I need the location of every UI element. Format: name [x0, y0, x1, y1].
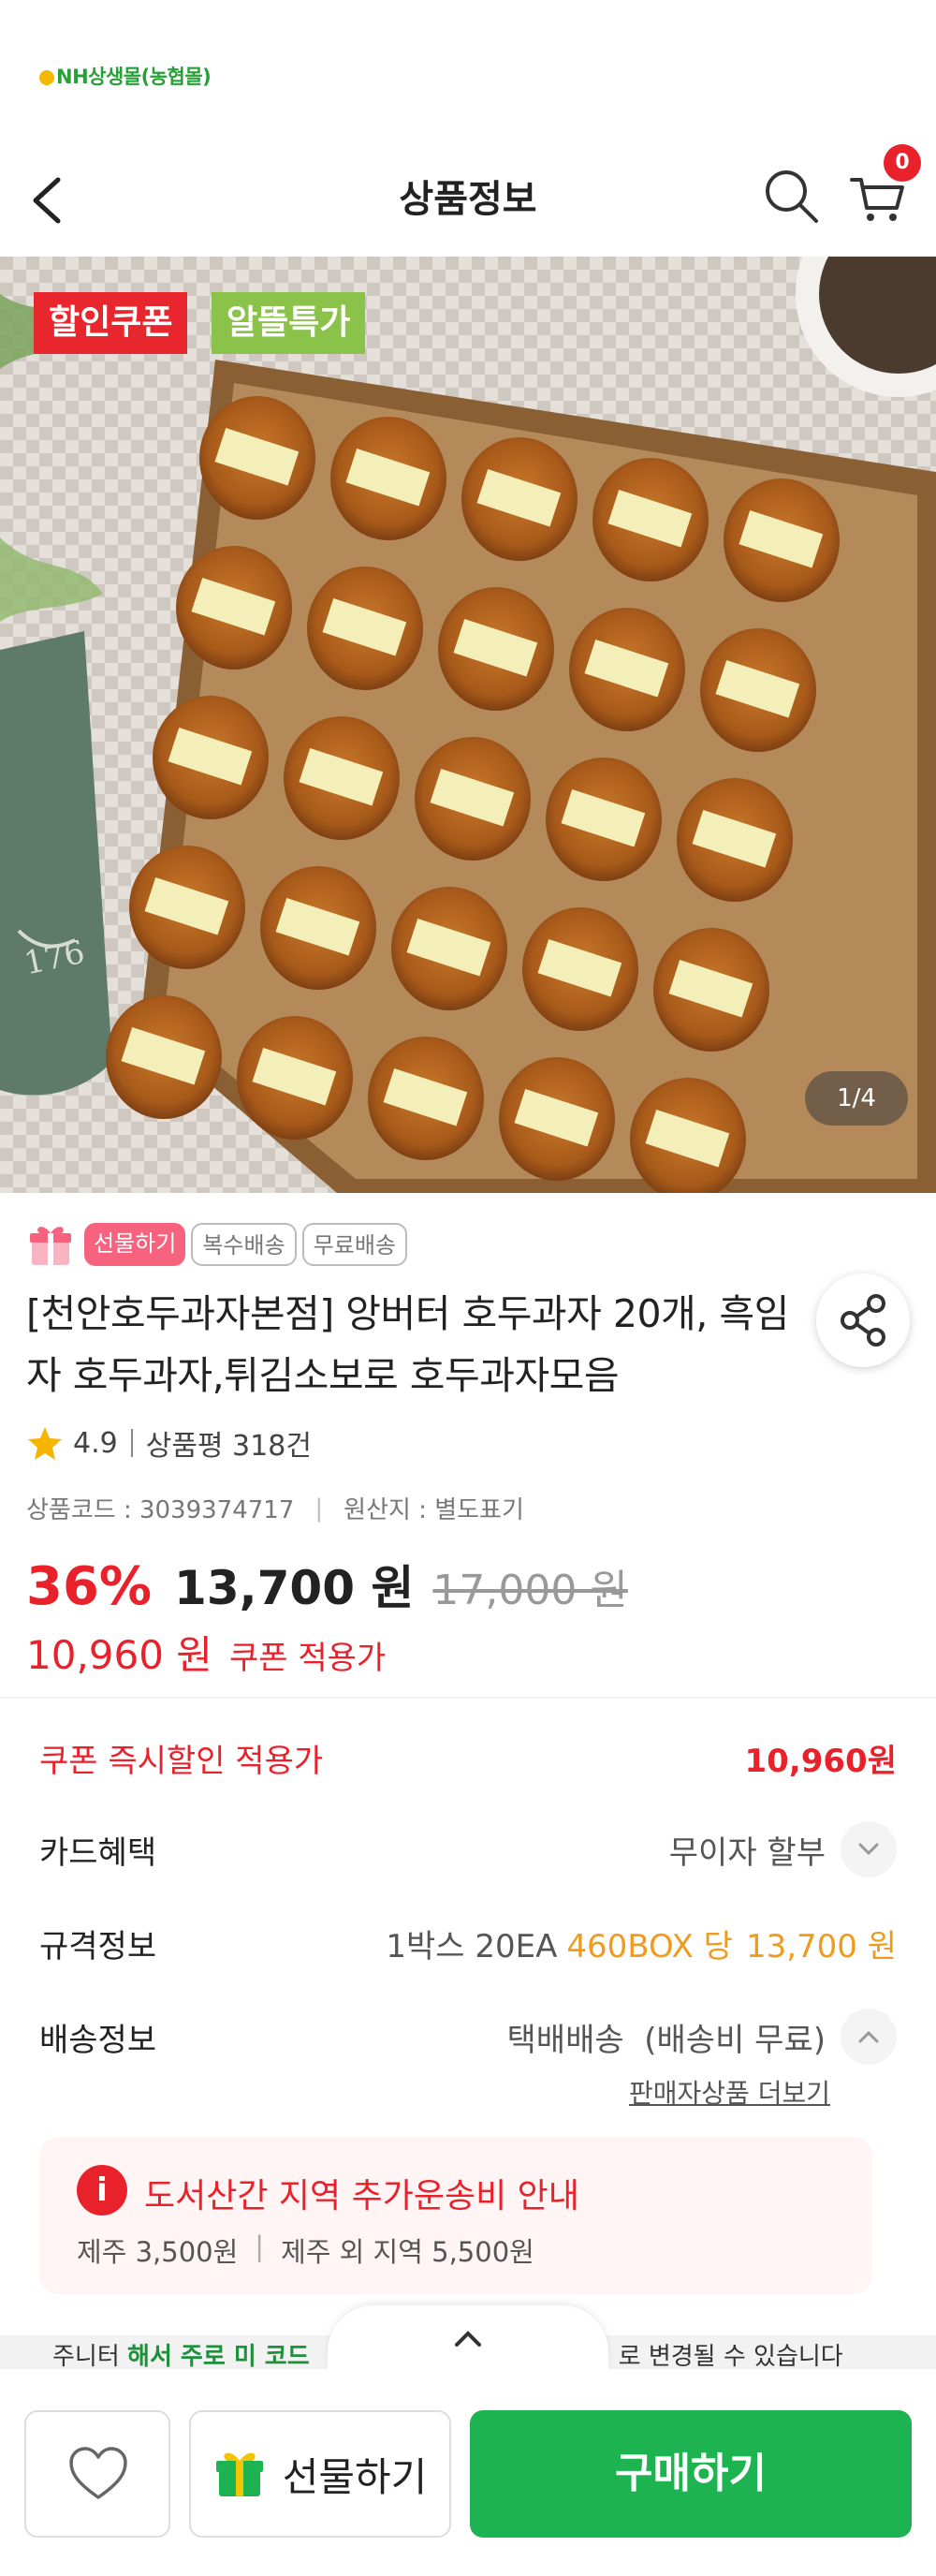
- search-icon: [766, 170, 818, 223]
- peek-left: 주니터: [52, 2343, 128, 2369]
- coupon-discount-label: 쿠폰 즉시할인 적용가: [39, 1742, 324, 1780]
- remote-area-notice: i 도서산간 지역 추가운송비 안내 제주 3,500원 | 제주 외 지역 5…: [39, 2137, 872, 2294]
- card-benefit-value: 무이자 할부: [668, 1833, 826, 1872]
- shipping-row[interactable]: 배송정보 택배배송 (배송비 무료): [39, 2004, 897, 2069]
- product-image-carousel[interactable]: 176 할인쿠폰 알뜰특가 1/4: [0, 257, 936, 1193]
- image-counter: 1/4: [805, 1071, 908, 1126]
- product-code: 상품코드 : 3039374717: [26, 1496, 295, 1524]
- product-title: [천안호두과자본점] 앙버터 호두과자 20개, 흑임자 호두과자,튀김소보로 …: [26, 1291, 789, 1398]
- discount-rate: 36%: [26, 1556, 153, 1617]
- heart-icon: [69, 2447, 127, 2499]
- product-photo: 176: [0, 257, 936, 1193]
- price-row: 36% 13,700 원 17,000 원: [26, 1551, 628, 1618]
- card-benefit-expand[interactable]: [841, 1821, 897, 1877]
- bottom-action-bar: 선물하기 구매하기: [0, 2369, 936, 2576]
- coupon-tag: 할인쿠폰: [34, 292, 188, 354]
- spec-unit: 460BOX 당: [566, 1927, 733, 1965]
- brand-text: NH상생몰(농협몰): [56, 66, 212, 88]
- deal-tag: 알뜰특가: [212, 292, 366, 354]
- notice-divider: |: [255, 2230, 265, 2262]
- section-divider: [0, 1697, 936, 1699]
- notice-other: 제주 외 지역 5,500원: [281, 2236, 534, 2268]
- chevron-up-icon: [858, 2030, 879, 2043]
- card-benefit-row[interactable]: 카드혜택 무이자 할부: [39, 1817, 897, 1882]
- shipping-value: 택배배송 (배송비 무료): [506, 2021, 826, 2059]
- rating-divider: [130, 1429, 133, 1457]
- spec-label: 규격정보: [39, 1927, 157, 1965]
- spec-quantity: 1박스 20EA: [386, 1927, 558, 1965]
- notice-details: 제주 3,500원 | 제주 외 지역 5,500원: [77, 2230, 534, 2270]
- coupon-price: 10,960 원: [26, 1632, 212, 1678]
- coupon-price-row: 10,960 원 쿠폰 적용가: [26, 1624, 386, 1681]
- card-benefit-label: 카드혜택: [39, 1833, 157, 1872]
- badge-row: 선물하기 복수배송 무료배송: [26, 1219, 407, 1270]
- status-bar: NH상생몰(농협몰): [0, 0, 936, 140]
- coupon-price-label: 쿠폰 적용가: [228, 1640, 387, 1677]
- product-meta: 상품코드 : 3039374717 | 원산지 : 별도표기: [26, 1491, 524, 1525]
- card-benefit-value-group: 무이자 할부: [669, 1821, 897, 1877]
- share-button[interactable]: [816, 1273, 910, 1367]
- gift-icon: [30, 1227, 71, 1265]
- meta-divider: |: [314, 1494, 324, 1523]
- review-count[interactable]: 상품평 318건: [146, 1422, 312, 1464]
- spec-row: 규격정보 1박스 20EA 460BOX 당 13,700 원: [39, 1910, 897, 1976]
- sale-price: 13,700 원: [174, 1561, 415, 1615]
- gift-box-icon: [215, 2452, 263, 2496]
- origin-info: 원산지 : 별도표기: [344, 1496, 524, 1524]
- multi-delivery-chip: 복수배송: [191, 1223, 297, 1266]
- star-icon: [28, 1427, 62, 1460]
- shipping-collapse[interactable]: [841, 2009, 897, 2065]
- gift-button[interactable]: 선물하기: [189, 2410, 451, 2538]
- wishlist-button[interactable]: [24, 2410, 170, 2538]
- shipping-label: 배송정보: [39, 2021, 157, 2059]
- cart-count-badge: 0: [884, 144, 921, 182]
- peek-right: 로 변경될 수 있습니다: [618, 2343, 843, 2369]
- seller-products-link[interactable]: 판매자상품 더보기: [629, 2073, 830, 2111]
- chevron-down-icon: [858, 1843, 879, 1856]
- brand-leaf-icon: [39, 70, 54, 85]
- brand-logo: NH상생몰(농협몰): [39, 62, 212, 90]
- expand-handle[interactable]: [328, 2305, 608, 2371]
- free-shipping-chip: 무료배송: [301, 1223, 407, 1266]
- coupon-discount-value: 10,960원: [744, 1742, 897, 1780]
- notice-title: 도서산간 지역 추가운송비 안내: [144, 2177, 579, 2215]
- peek-green: 해서 주로 미 코드: [127, 2343, 310, 2369]
- rating-score: 4.9: [73, 1426, 118, 1460]
- info-icon: i: [77, 2165, 127, 2215]
- original-price: 17,000 원: [432, 1567, 628, 1614]
- spec-value: 1박스 20EA 460BOX 당 13,700 원: [386, 1921, 897, 1966]
- gift-chip[interactable]: 선물하기: [84, 1223, 186, 1266]
- share-icon: [841, 1294, 885, 1347]
- coupon-discount-row: 쿠폰 즉시할인 적용가 10,960원: [39, 1725, 897, 1790]
- chevron-up-icon: [455, 2331, 481, 2347]
- search-button[interactable]: [758, 163, 824, 228]
- gift-button-label: 선물하기: [282, 2453, 428, 2500]
- rating-row[interactable]: 4.9 상품평 318건: [26, 1420, 312, 1466]
- top-nav: 상품정보 0: [0, 140, 936, 257]
- spec-unit-price: 13,700 원: [745, 1927, 897, 1965]
- notice-jeju: 제주 3,500원: [77, 2236, 239, 2268]
- buy-button[interactable]: 구매하기: [470, 2410, 912, 2538]
- shipping-value-group: 택배배송 (배송비 무료): [507, 2009, 897, 2065]
